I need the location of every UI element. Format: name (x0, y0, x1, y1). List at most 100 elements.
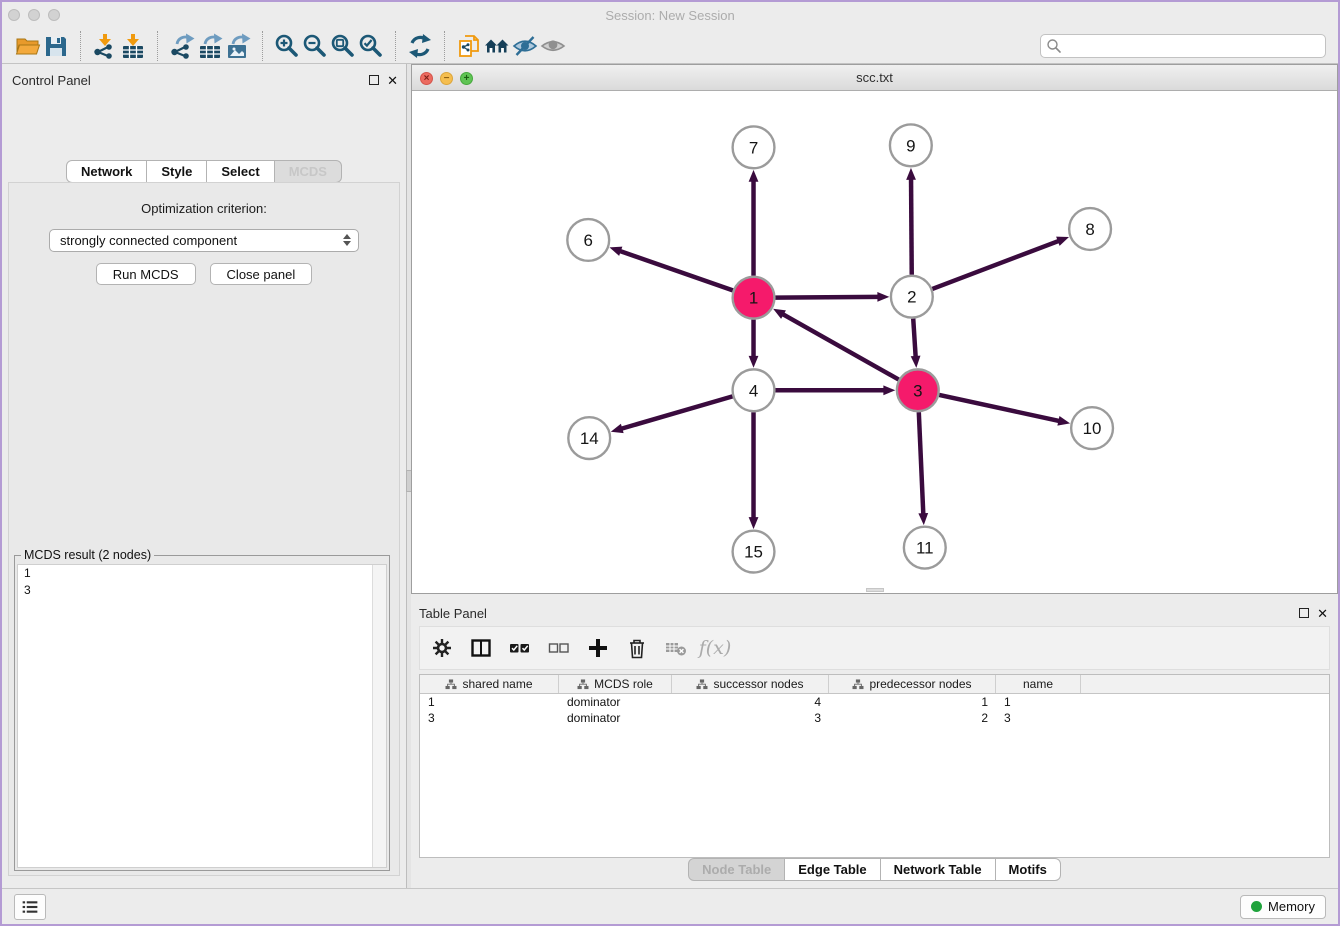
window-controls (8, 9, 60, 21)
export-table-icon[interactable] (196, 32, 224, 60)
optimization-label: Optimization criterion: (9, 201, 399, 216)
graph-node-15[interactable]: 15 (733, 531, 775, 573)
optimization-dropdown[interactable]: strongly connected component (49, 229, 359, 252)
close-panel-icon[interactable]: ✕ (387, 74, 398, 87)
tab-edge-table[interactable]: Edge Table (784, 858, 880, 881)
memory-button[interactable]: Memory (1240, 895, 1326, 919)
tab-select[interactable]: Select (206, 160, 274, 183)
maximize-window-button[interactable] (48, 9, 60, 21)
export-network-icon[interactable] (168, 32, 196, 60)
graph-edge-3-10[interactable] (939, 395, 1059, 421)
svg-text:1: 1 (749, 289, 758, 308)
app-titlebar: Session: New Session (2, 2, 1338, 28)
export-image-icon[interactable] (224, 32, 252, 60)
open-folder-icon[interactable] (14, 32, 42, 60)
zoom-in-icon[interactable] (273, 32, 301, 60)
hide-eye-icon[interactable] (511, 32, 539, 60)
table-row[interactable]: 3dominator323 (420, 710, 1329, 726)
clone-network-icon[interactable] (455, 32, 483, 60)
cell-successor-nodes: 4 (672, 695, 829, 709)
select-all-icon[interactable] (508, 636, 532, 660)
graph-node-2[interactable]: 2 (891, 276, 933, 318)
gear-icon[interactable] (430, 636, 454, 660)
column-header-mcds-role[interactable]: MCDS role (559, 675, 672, 693)
tree-icon (852, 679, 864, 690)
column-header-predecessor-nodes[interactable]: predecessor nodes (829, 675, 996, 693)
network-canvas[interactable]: 7 9 6 8 1 2 4 3 14 10 15 11 (412, 91, 1337, 593)
column-header-name[interactable]: name (996, 675, 1081, 693)
column-header-successor-nodes[interactable]: successor nodes (672, 675, 829, 693)
network-maximize-button[interactable]: + (460, 72, 473, 85)
tab-style[interactable]: Style (146, 160, 207, 183)
float-table-panel-icon[interactable] (1299, 608, 1309, 618)
table-row[interactable]: 1dominator411 (420, 694, 1329, 710)
list-icon (21, 898, 39, 916)
close-table-panel-icon[interactable]: ✕ (1317, 607, 1328, 620)
graph-node-7[interactable]: 7 (733, 126, 775, 168)
mcds-result-box: MCDS result (2 nodes) 13 (14, 555, 390, 871)
delete-icon[interactable] (625, 636, 649, 660)
svg-text:7: 7 (749, 138, 758, 157)
tab-network[interactable]: Network (66, 160, 147, 183)
mcds-panel: Optimization criterion: strongly connect… (8, 182, 400, 876)
column-label: MCDS role (594, 677, 653, 691)
table-rows: 1dominator4113dominator323 (420, 694, 1329, 726)
tab-motifs[interactable]: Motifs (995, 858, 1061, 881)
node-table: shared name MCDS role successor nodes prede… (419, 674, 1330, 858)
show-eye-icon[interactable] (539, 32, 567, 60)
graph-node-8[interactable]: 8 (1069, 208, 1111, 250)
minimize-window-button[interactable] (28, 9, 40, 21)
column-label: successor nodes (713, 677, 803, 691)
graph-edge-4-14[interactable] (622, 396, 733, 428)
columns-icon[interactable] (469, 636, 493, 660)
search-input[interactable] (1040, 34, 1326, 58)
graph-node-3[interactable]: 3 (897, 369, 939, 411)
main-toolbar (2, 28, 1338, 64)
run-mcds-button[interactable]: Run MCDS (96, 263, 196, 285)
svg-text:11: 11 (916, 539, 934, 558)
zoom-fit-icon[interactable] (329, 32, 357, 60)
graph-edge-1-2[interactable] (775, 297, 878, 298)
toolbar-separator (80, 31, 81, 61)
graph-edge-2-9[interactable] (911, 179, 912, 275)
houses-icon[interactable] (483, 32, 511, 60)
close-window-button[interactable] (8, 9, 20, 21)
graph-edge-2-8[interactable] (932, 241, 1058, 289)
network-minimize-button[interactable]: − (440, 72, 453, 85)
graph-node-6[interactable]: 6 (567, 219, 609, 261)
zoom-out-icon[interactable] (301, 32, 329, 60)
close-panel-button[interactable]: Close panel (210, 263, 313, 285)
graph-edge-3-11[interactable] (919, 412, 923, 514)
mcds-result-list[interactable]: 13 (17, 564, 387, 868)
graph-edge-1-6[interactable] (620, 251, 733, 290)
graph-node-14[interactable]: 14 (568, 417, 610, 459)
resize-grip-icon[interactable] (866, 588, 884, 592)
graph-edge-3-1[interactable] (783, 314, 899, 379)
column-header-shared-name[interactable]: shared name (420, 675, 559, 693)
tab-mcds[interactable]: MCDS (274, 160, 342, 183)
import-table-icon[interactable] (119, 32, 147, 60)
graph-edge-2-3[interactable] (913, 319, 915, 357)
task-history-button[interactable] (14, 894, 46, 920)
graph-node-10[interactable]: 10 (1071, 407, 1113, 449)
tab-network-table[interactable]: Network Table (880, 858, 996, 881)
graph-node-4[interactable]: 4 (733, 369, 775, 411)
tab-node-table[interactable]: Node Table (688, 858, 785, 881)
result-scrollbar[interactable] (372, 565, 386, 867)
import-network-icon[interactable] (91, 32, 119, 60)
column-label: name (1023, 677, 1053, 691)
save-icon[interactable] (42, 32, 70, 60)
status-bar: Memory (2, 888, 1338, 924)
float-panel-icon[interactable] (369, 75, 379, 85)
graph-node-11[interactable]: 11 (904, 527, 946, 569)
add-icon[interactable] (586, 636, 610, 660)
graph-node-1[interactable]: 1 (733, 277, 775, 319)
cell-shared-name: 3 (420, 711, 559, 725)
deselect-all-icon[interactable] (547, 636, 571, 660)
refresh-icon[interactable] (406, 32, 434, 60)
zoom-selected-icon[interactable] (357, 32, 385, 60)
network-close-button[interactable]: × (420, 72, 433, 85)
network-titlebar: × − + scc.txt (412, 65, 1337, 91)
graph-node-9[interactable]: 9 (890, 124, 932, 166)
result-line: 1 (18, 565, 386, 582)
